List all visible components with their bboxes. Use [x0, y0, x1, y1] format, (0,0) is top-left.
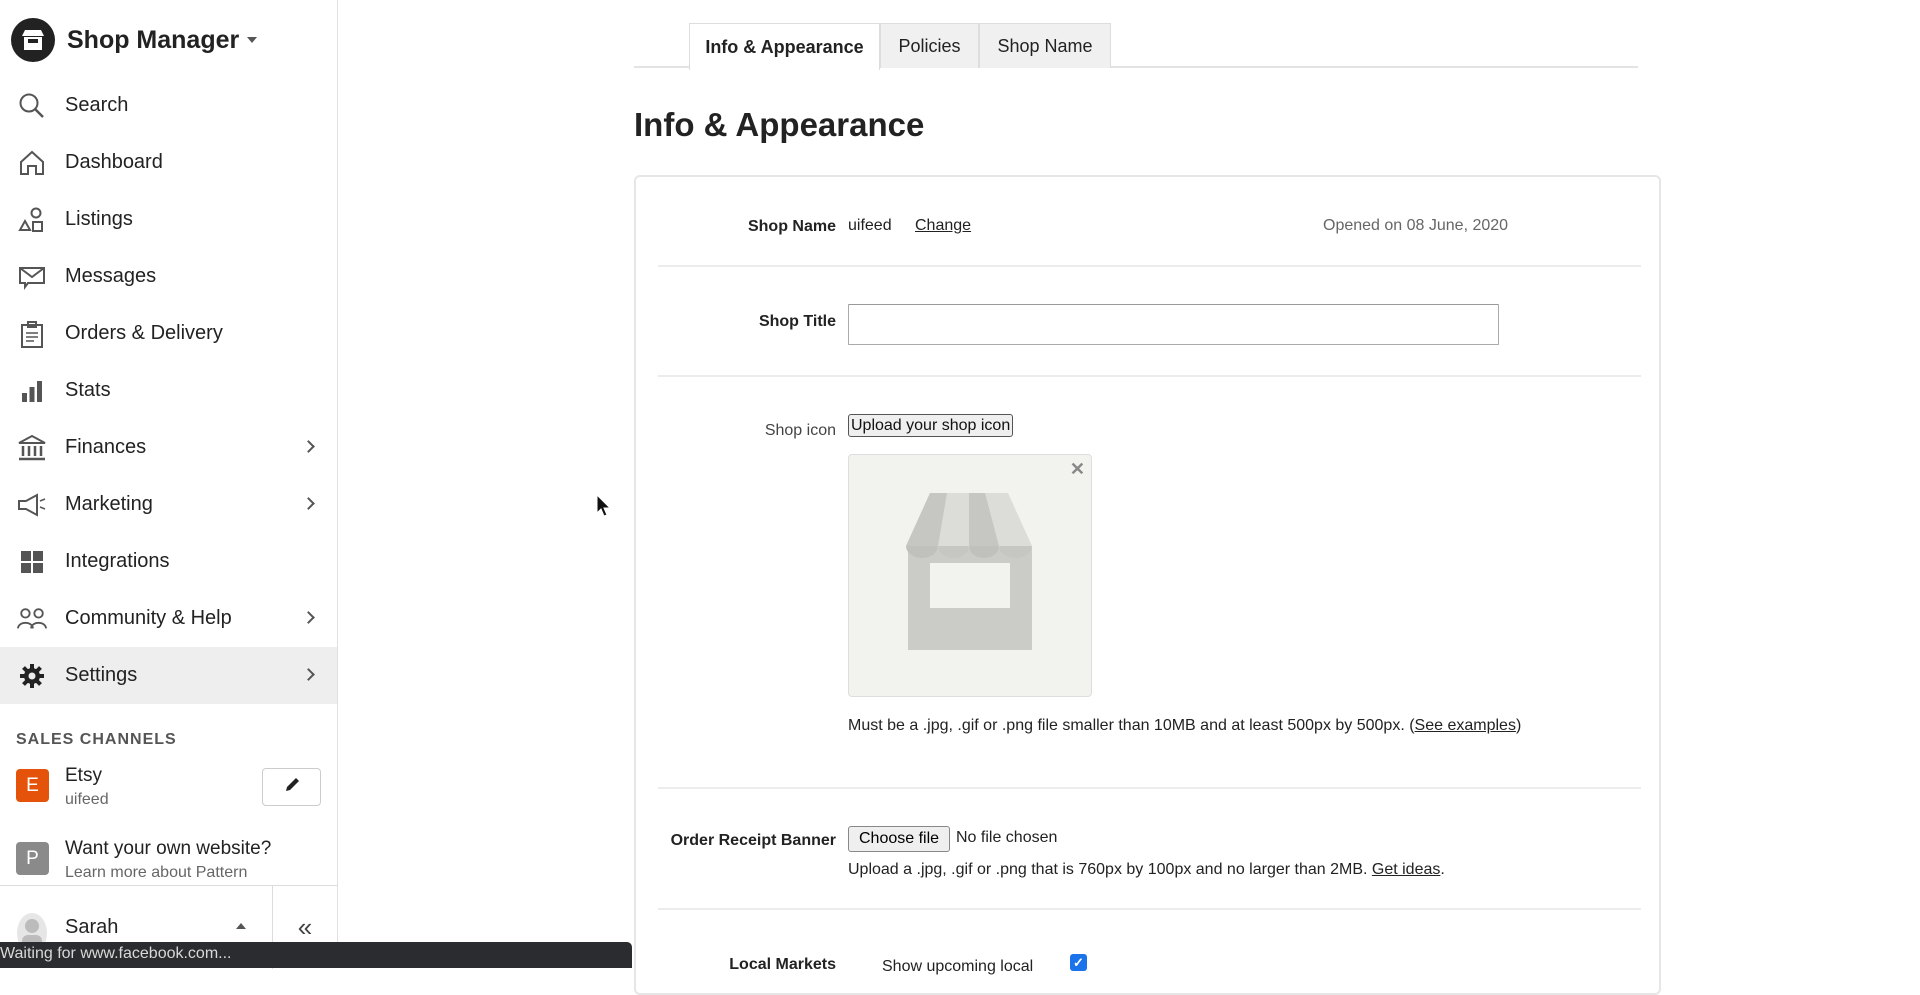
choose-file-button[interactable]: Choose file [848, 826, 951, 852]
upload-shop-icon-button[interactable]: Upload your shop icon [848, 414, 1014, 437]
gear-icon [17, 661, 47, 691]
brand-title: Shop Manager [67, 25, 240, 54]
channel-name: Etsy [65, 765, 102, 786]
channel-sub: Learn more about Pattern [65, 864, 248, 881]
shop-name-label: Shop Name [747, 218, 836, 235]
get-ideas-link[interactable]: Get ideas [1372, 861, 1440, 878]
sidebar-item-label: Stats [65, 379, 111, 401]
sidebar: Shop Manager Search Dashboard Listings M… [0, 0, 338, 969]
home-icon [17, 148, 47, 178]
sidebar-item-integrations[interactable]: Integrations [0, 533, 337, 590]
local-markets-label: Local Markets [729, 956, 836, 973]
local-markets-option: Show upcoming local [882, 958, 1034, 975]
chevron-right-icon [302, 610, 315, 624]
channel-name: Want your own website? [65, 838, 272, 859]
change-shop-name-link[interactable]: Change [915, 217, 971, 235]
sidebar-item-search[interactable]: Search [0, 77, 337, 134]
close-icon[interactable]: ✕ [1070, 459, 1085, 480]
shop-icon-help: Must be a .jpg, .gif or .png file smalle… [848, 715, 1548, 737]
sidebar-item-label: Search [65, 94, 129, 116]
tab-info-appearance[interactable]: Info & Appearance [689, 23, 880, 70]
settings-tabs: Info & Appearance Policies Shop Name [634, 23, 1638, 70]
sidebar-item-listings[interactable]: Listings [0, 191, 337, 248]
sidebar-item-settings[interactable]: Settings [0, 647, 337, 704]
chevron-right-icon [302, 439, 315, 453]
tab-shop-name[interactable]: Shop Name [979, 23, 1111, 68]
pencil-icon [283, 776, 301, 799]
shop-icon-label: Shop icon [764, 422, 836, 439]
banner-help: Upload a .jpg, .gif or .png that is 760p… [848, 859, 1445, 881]
search-icon [17, 91, 47, 121]
caret-up-icon[interactable] [236, 923, 246, 929]
browser-status-bar: Waiting for www.facebook.com... [0, 942, 632, 968]
etsy-badge-icon: E [16, 769, 49, 802]
user-name[interactable]: Sarah [65, 916, 118, 939]
mouse-cursor-icon [596, 494, 612, 517]
sales-channels-heading: SALES CHANNELS [16, 731, 177, 748]
sidebar-item-label: Finances [65, 436, 147, 458]
no-file-chosen: No file chosen [956, 829, 1058, 846]
sidebar-item-community[interactable]: Community & Help [0, 590, 337, 647]
shop-title-label: Shop Title [758, 313, 836, 330]
sidebar-item-label: Dashboard [65, 151, 163, 173]
chevron-right-icon [302, 667, 315, 681]
sidebar-item-label: Messages [65, 265, 157, 287]
sidebar-item-label: Listings [65, 208, 133, 230]
channel-sub: uifeed [65, 791, 109, 808]
shop-name-value: uifeed [848, 217, 892, 234]
caret-down-icon [247, 37, 258, 43]
see-examples-link[interactable]: See examples [1415, 717, 1516, 734]
divider [658, 908, 1641, 910]
order-receipt-banner-label: Order Receipt Banner [670, 832, 836, 849]
sidebar-item-label: Orders & Delivery [65, 322, 223, 344]
clipboard-icon [17, 319, 47, 349]
sidebar-item-messages[interactable]: Messages [0, 248, 337, 305]
local-markets-checkbox[interactable]: ✓ [1070, 954, 1087, 971]
page-title: Info & Appearance [634, 106, 925, 143]
grid-icon [17, 547, 47, 577]
edit-channel-button[interactable] [262, 768, 321, 806]
megaphone-icon [17, 490, 47, 520]
sidebar-item-stats[interactable]: Stats [0, 362, 337, 419]
sidebar-item-finances[interactable]: Finances [0, 419, 337, 476]
shop-icon-preview: ✕ [848, 454, 1092, 697]
help-text: Must be a .jpg, .gif or .png file smalle… [848, 717, 1415, 734]
chevron-right-icon [302, 496, 315, 510]
divider [658, 787, 1641, 789]
sidebar-item-marketing[interactable]: Marketing [0, 476, 337, 533]
shapes-icon [17, 205, 47, 235]
channel-pattern[interactable]: P Want your own website? Learn more abou… [0, 832, 337, 888]
tab-policies[interactable]: Policies [880, 23, 979, 68]
bar-chart-icon [17, 376, 47, 406]
sidebar-item-label: Community & Help [65, 607, 232, 629]
pattern-badge-icon: P [16, 842, 49, 875]
sidebar-item-orders[interactable]: Orders & Delivery [0, 305, 337, 362]
help-text: Upload a .jpg, .gif or .png that is 760p… [848, 861, 1372, 878]
sidebar-nav: Search Dashboard Listings Messages Order… [0, 77, 337, 704]
shop-manager-menu[interactable]: Shop Manager [11, 17, 258, 63]
sidebar-item-label: Settings [65, 664, 138, 686]
shop-title-input[interactable] [848, 304, 1499, 345]
help-text-end: ) [1515, 717, 1522, 734]
divider [658, 265, 1641, 267]
shop-logo-icon [11, 18, 55, 62]
envelope-icon [17, 262, 47, 292]
bank-icon [17, 433, 47, 463]
divider [658, 375, 1641, 377]
help-text-end: . [1440, 861, 1445, 878]
opened-date: Opened on 08 June, 2020 [1323, 217, 1509, 234]
sidebar-item-label: Integrations [65, 550, 170, 572]
storefront-placeholder-icon [906, 493, 1032, 650]
sidebar-item-dashboard[interactable]: Dashboard [0, 134, 337, 191]
info-appearance-card: Shop Name uifeed Change Opened on 08 Jun… [634, 175, 1661, 995]
sidebar-item-label: Marketing [65, 493, 153, 515]
people-icon [17, 604, 47, 634]
